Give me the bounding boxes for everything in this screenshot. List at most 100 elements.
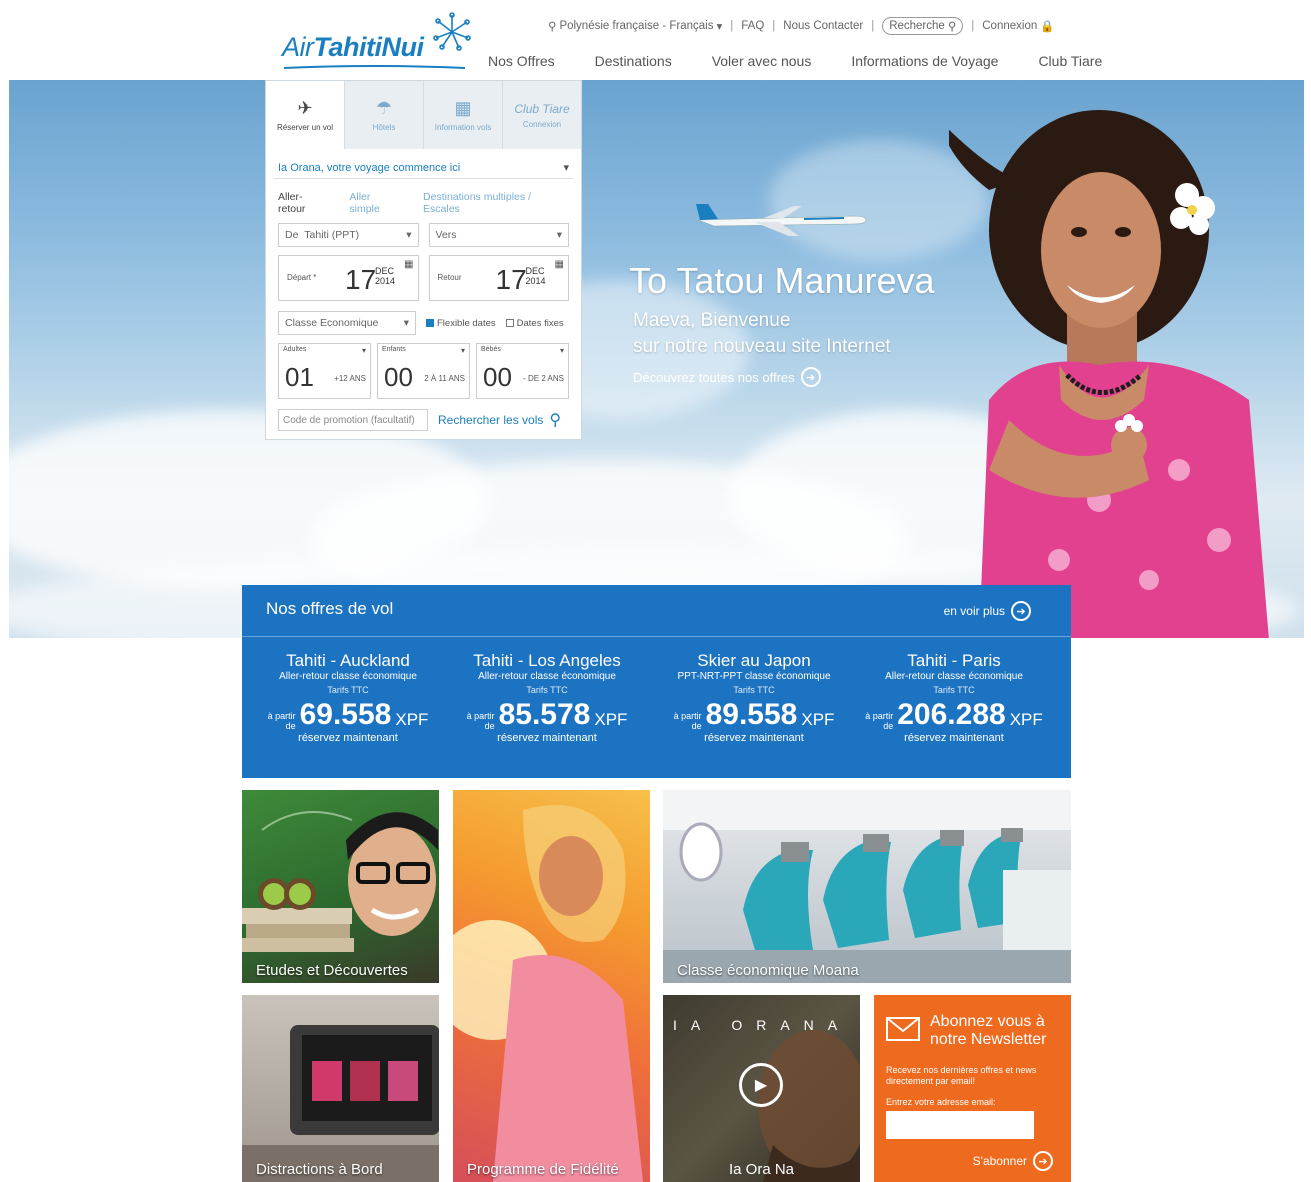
booking-widget: ✈ Réserver un vol ☂ Hôtels ▦ Information…	[265, 80, 582, 440]
cabin-select[interactable]: Classe Economique ▾	[278, 311, 416, 335]
children-select[interactable]: Enfants ▾ 00 2 À 11 ANS	[377, 343, 470, 399]
faq-link[interactable]: FAQ	[741, 20, 764, 32]
to-select[interactable]: Vers ▾	[428, 223, 569, 247]
offer-book-link[interactable]: réservez maintenant	[854, 731, 1054, 745]
pax-label: Adultes	[283, 346, 307, 353]
cabin-value: Classe Economique	[285, 317, 379, 329]
tile-caption: Programme de Fidélité	[467, 1161, 619, 1178]
tile-caption: Classe économique Moana	[677, 962, 859, 979]
flexible-dates-checkbox[interactable]: Flexible dates	[426, 318, 496, 329]
offer-from-1: à partir	[267, 711, 296, 721]
tab-club-tiare[interactable]: Club Tiare Connexion	[503, 81, 581, 149]
newsletter-email-input[interactable]	[886, 1111, 1034, 1139]
divider: |	[971, 20, 975, 32]
calendar-icon: ▦	[404, 259, 414, 270]
pax-note: - DE 2 ANS	[523, 374, 564, 383]
departure-month: DEC	[375, 266, 395, 276]
offers-title: Nos offres de vol	[266, 599, 394, 618]
infants-select[interactable]: Bébés ▾ 00 - DE 2 ANS	[476, 343, 569, 399]
departure-day: 17	[345, 264, 377, 295]
offer-card[interactable]: Skier au Japon PPT-NRT-PPT classe économ…	[654, 651, 854, 745]
trip-round[interactable]: Aller-retour	[278, 191, 329, 215]
promo-row: Code de promotion (facultatif) Recherche…	[278, 409, 569, 431]
see-more-label: en voir plus	[943, 604, 1005, 618]
offer-from: à partir de	[467, 711, 495, 731]
adults-select[interactable]: Adultes ▾ 01 +12 ANS	[278, 343, 371, 399]
offer-book-link[interactable]: réservez maintenant	[447, 731, 647, 745]
tab-hotels[interactable]: ☂ Hôtels	[345, 81, 424, 149]
return-month-year: DEC 2014	[526, 266, 546, 286]
offer-card[interactable]: Tahiti - Los Angeles Aller-retour classe…	[447, 651, 647, 745]
departure-date-picker[interactable]: Départ * 17 DEC 2014 ▦	[278, 255, 419, 301]
route-row: De Tahiti (PPT) ▾ Vers ▾	[278, 223, 569, 247]
offer-card[interactable]: Tahiti - Paris Aller-retour classe écono…	[854, 651, 1054, 745]
logo-air: Air	[282, 32, 314, 62]
pax-label: Bébés	[481, 346, 501, 353]
newsletter-title-line1: Abonnez vous à	[930, 1013, 1045, 1030]
see-more-link[interactable]: en voir plus ➔	[944, 601, 1031, 621]
tab-book-flight[interactable]: ✈ Réserver un vol	[266, 81, 345, 149]
tile-ia-ora-na-video[interactable]: IA ORANA ▶ Ia Ora Na	[663, 995, 860, 1182]
offer-ttc: Tarifs TTC	[733, 685, 775, 695]
trip-multi[interactable]: Destinations multiples / Escales	[423, 191, 569, 215]
pax-value: 00	[384, 362, 413, 392]
nav-club-tiare[interactable]: Club Tiare	[1038, 53, 1102, 69]
offer-from-1: à partir	[865, 711, 894, 721]
contact-link[interactable]: Nous Contacter	[783, 20, 863, 32]
tile-distractions-bord[interactable]: Distractions à Bord	[242, 995, 439, 1182]
hero-discover-link[interactable]: Découvrez toutes nos offres ➔	[633, 367, 821, 387]
from-label: De	[285, 229, 299, 241]
hero-subtitle-line1: Maeva, Bienvenue	[633, 310, 791, 331]
arrow-right-icon: ➔	[800, 367, 821, 387]
tile-programme-fidelite[interactable]: Programme de Fidélité	[453, 790, 650, 1182]
departure-year: 2014	[375, 276, 396, 286]
promo-code-input[interactable]: Code de promotion (facultatif)	[278, 409, 428, 431]
offer-currency: XPF	[1009, 710, 1043, 729]
tile-classe-moana[interactable]: Classe économique Moana	[663, 790, 1071, 983]
newsletter-email-label: Entrez votre adresse email:	[886, 1097, 996, 1107]
air-tahiti-nui-logo[interactable]: AirTahitiNui	[282, 12, 482, 72]
nav-voler-avec-nous[interactable]: Voler avec nous	[712, 53, 812, 69]
newsletter-title-line2: notre Newsletter	[930, 1031, 1047, 1048]
play-video-icon[interactable]: ▶	[739, 1063, 783, 1107]
tile-etudes-decouvertes[interactable]: Etudes et Découvertes	[242, 790, 439, 983]
fixed-label: Dates fixes	[516, 317, 564, 329]
offer-price: à partir de 89.558 XPF	[654, 699, 854, 732]
newsletter-description: Recevez nos dernières offres et news dir…	[886, 1065, 1037, 1086]
nav-informations-voyage[interactable]: Informations de Voyage	[851, 53, 998, 69]
tab-flight-info[interactable]: ▦ Information vols	[424, 81, 503, 149]
student-photo	[242, 811, 438, 952]
offer-price: à partir de 85.578 XPF	[447, 699, 647, 732]
newsletter-title: Abonnez vous à notre Newsletter	[930, 1013, 1047, 1049]
return-date-picker[interactable]: Retour 17 DEC 2014 ▦	[428, 255, 569, 301]
fixed-dates-checkbox[interactable]: Dates fixes	[505, 317, 564, 329]
language-selector[interactable]: ⚲ Polynésie française - Français ▾	[548, 19, 722, 33]
offer-route: Tahiti - Auckland	[286, 651, 410, 670]
tiare-flower-icon	[433, 12, 471, 51]
from-select[interactable]: De Tahiti (PPT) ▾	[278, 223, 419, 247]
greeting-dropdown[interactable]: Ia Orana, votre voyage commence ici ▾	[274, 157, 573, 179]
trip-oneway[interactable]: Aller simple	[349, 191, 403, 215]
offer-class: Aller-retour classe économique	[885, 671, 1023, 682]
offer-book-link[interactable]: réservez maintenant	[248, 731, 448, 745]
offer-book-link[interactable]: réservez maintenant	[654, 731, 854, 745]
search-button[interactable]: Recherche ⚲	[882, 17, 964, 35]
nav-nos-offres[interactable]: Nos Offres	[488, 53, 555, 69]
nav-destinations[interactable]: Destinations	[595, 53, 672, 69]
pax-value: 00	[483, 362, 512, 392]
chevron-down-icon: ▾	[361, 346, 366, 355]
chevron-down-icon: ▾	[460, 346, 465, 355]
offer-from: à partir de	[268, 711, 296, 731]
search-flights-button[interactable]: Rechercher les vols ⚲	[438, 410, 561, 430]
offer-amount: 69.558	[299, 698, 392, 731]
tab-label: Information vols	[434, 123, 492, 132]
offer-currency: XPF	[801, 710, 835, 729]
passengers-row: Adultes ▾ 01 +12 ANS Enfants ▾ 00 2 À 11…	[278, 343, 569, 399]
logo-tahitinui: TahitiNui	[313, 32, 425, 62]
login-link[interactable]: Connexion 🔒	[982, 19, 1054, 33]
offer-price: à partir de 206.288 XPF	[854, 699, 1054, 732]
offer-card[interactable]: Tahiti - Auckland Aller-retour classe éc…	[248, 651, 448, 745]
return-label: Retour	[437, 273, 462, 282]
lock-icon: 🔒	[1040, 21, 1055, 33]
subscribe-button[interactable]: S'abonner ➔	[973, 1151, 1053, 1171]
